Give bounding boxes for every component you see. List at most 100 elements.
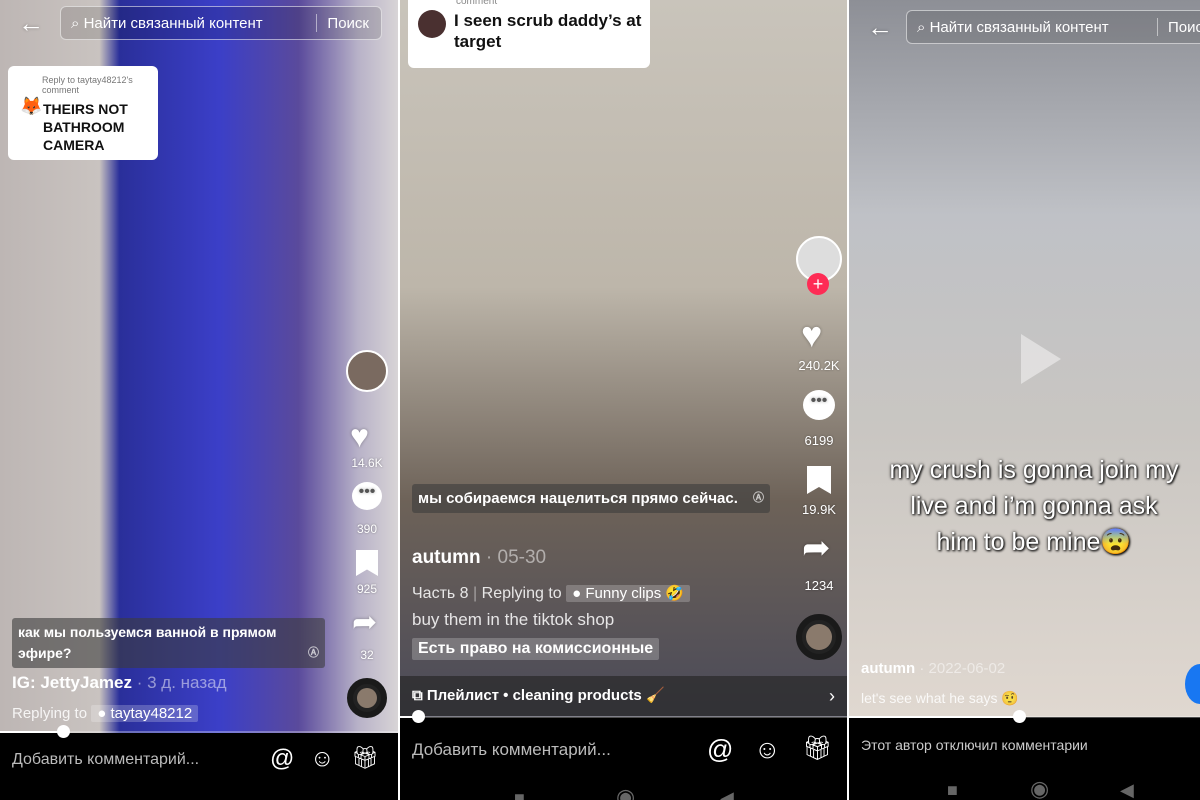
reply-header: Reply to taytay48212's comment bbox=[42, 75, 133, 95]
comment-input[interactable]: Добавить комментарий... bbox=[412, 740, 611, 760]
creator-avatar[interactable] bbox=[346, 350, 388, 392]
video-panel-2: comment I seen scrub daddy’s at target +… bbox=[400, 0, 847, 800]
save-count: 19.9K bbox=[802, 502, 836, 517]
search-icon: ⌕ bbox=[917, 18, 926, 36]
part-label[interactable]: Часть 8 bbox=[412, 585, 469, 602]
mention-icon[interactable]: @ bbox=[270, 745, 294, 773]
search-input[interactable]: Найти связанный контент bbox=[930, 19, 1147, 36]
author-name[interactable]: autumn bbox=[861, 660, 915, 677]
progress-knob[interactable] bbox=[1013, 710, 1026, 723]
search-icon: ⌕ bbox=[71, 14, 80, 32]
description: buy them in the tiktok shop bbox=[412, 610, 615, 629]
progress-knob[interactable] bbox=[57, 725, 70, 738]
play-icon[interactable] bbox=[1021, 334, 1061, 384]
mention-icon[interactable]: @ bbox=[707, 734, 733, 765]
comments-disabled-notice: Этот автор отключил комментарии bbox=[861, 737, 1088, 753]
emoji-icon[interactable]: ☺ bbox=[310, 745, 335, 773]
music-disc[interactable] bbox=[796, 614, 842, 660]
divider bbox=[1156, 18, 1158, 36]
like-count: 14.6K bbox=[351, 456, 383, 470]
author-name[interactable]: autumn bbox=[412, 547, 481, 568]
nav-back-icon[interactable]: ◀ bbox=[1120, 780, 1134, 800]
replying-user: Funny clips 🤣 bbox=[585, 585, 685, 602]
translate-icon[interactable]: Ⓐ bbox=[753, 488, 764, 509]
progress-bar[interactable] bbox=[849, 710, 1200, 723]
comment-input[interactable]: Добавить комментарий... bbox=[12, 751, 199, 769]
overlay-text: my crush is gonna join my live and i’m g… bbox=[849, 452, 1200, 560]
author-line: IG: JettyJamez · 3 д. назад bbox=[12, 673, 226, 693]
nav-home-icon[interactable]: ◉ bbox=[1030, 776, 1049, 800]
like-count: 240.2K bbox=[798, 358, 840, 373]
playlist-bar[interactable]: ⧉ Плейлист • cleaning products 🧹 › bbox=[400, 676, 847, 716]
comment-icon[interactable]: ••• bbox=[803, 390, 835, 420]
playlist-label: Плейлист • cleaning products 🧹 bbox=[426, 687, 665, 704]
post-date: · 05-30 bbox=[485, 547, 547, 568]
description: let's see what he says 🤨 bbox=[861, 690, 1019, 706]
comment-avatar-icon: 🦊 bbox=[20, 96, 43, 116]
share-count: 1234 bbox=[804, 578, 834, 593]
comment-count: 6199 bbox=[804, 433, 834, 448]
gift-icon[interactable]: 🎁︎ bbox=[351, 745, 379, 771]
replying-user: taytay48212 bbox=[110, 705, 193, 722]
reply-comment-bubble[interactable]: comment I seen scrub daddy’s at target bbox=[408, 0, 650, 68]
gift-icon[interactable]: 🎁︎ bbox=[802, 734, 832, 763]
reply-text: THEIRS NOT BATHROOM CAMERA bbox=[43, 101, 128, 153]
emoji-icon[interactable]: ☺ bbox=[754, 734, 781, 765]
progress-fill bbox=[0, 731, 63, 733]
chevron-right-icon: › bbox=[829, 686, 835, 706]
translate-icon[interactable]: Ⓐ bbox=[308, 643, 319, 664]
replying-line: Replying to ● taytay48212 bbox=[12, 705, 199, 722]
replying-label: Replying to bbox=[481, 585, 562, 602]
replying-label: Replying to bbox=[12, 705, 88, 722]
post-date: · 3 д. назад bbox=[136, 673, 227, 692]
search-bar[interactable]: ⌕ Найти связанный контент Поис bbox=[906, 10, 1200, 44]
share-icon[interactable]: ➦ bbox=[352, 605, 377, 640]
nav-back-icon[interactable]: ◀ bbox=[720, 788, 734, 800]
translated-caption: мы собираемся нацелиться прямо сейчас. Ⓐ bbox=[412, 484, 770, 513]
nav-recents-icon[interactable]: ■ bbox=[514, 788, 525, 800]
playlist-icon: ⧉ bbox=[412, 687, 423, 704]
progress-bar[interactable] bbox=[400, 710, 847, 723]
divider bbox=[316, 14, 318, 32]
author-name[interactable]: IG: JettyJamez bbox=[12, 673, 132, 692]
heart-icon[interactable]: ♥ bbox=[350, 418, 369, 455]
search-bar[interactable]: ⌕ Найти связанный контент Поиск bbox=[60, 6, 382, 40]
translated-caption: как мы пользуемся ванной в прямом эфире?… bbox=[12, 618, 325, 668]
overlay-line: my crush is gonna join my bbox=[889, 456, 1179, 484]
search-button[interactable]: Поиск bbox=[327, 15, 381, 32]
commission-badge[interactable]: Есть право на комиссионные bbox=[412, 638, 660, 660]
reply-text: I seen scrub daddy’s at target bbox=[454, 11, 642, 51]
author-line: autumn · 2022-06-02 bbox=[861, 660, 1005, 677]
heart-icon[interactable]: ♥ bbox=[801, 314, 822, 356]
part-line: Часть 8 | Replying to ● Funny clips 🤣 bbox=[412, 584, 691, 603]
search-button[interactable]: Поис bbox=[1168, 19, 1200, 36]
post-date: · 2022-06-02 bbox=[919, 660, 1006, 677]
overlay-line: him to be mine😨 bbox=[936, 528, 1132, 556]
reply-header: comment bbox=[456, 0, 498, 7]
comment-icon[interactable]: ••• bbox=[352, 482, 382, 510]
progress-fill bbox=[849, 716, 1019, 718]
comment-count: 390 bbox=[356, 522, 378, 536]
nav-recents-icon[interactable]: ■ bbox=[947, 780, 958, 800]
video-panel-3: ← ⌕ Найти связанный контент Поис my crus… bbox=[849, 0, 1200, 800]
share-icon[interactable]: ➦ bbox=[802, 528, 831, 568]
caption-text: как мы пользуемся ванной в прямом эфире? bbox=[18, 624, 277, 661]
back-arrow-icon[interactable]: ← bbox=[867, 12, 893, 43]
author-line: autumn · 05-30 bbox=[412, 547, 546, 569]
follow-plus-icon[interactable]: + bbox=[807, 273, 829, 295]
overlay-line: live and i’m gonna ask bbox=[910, 492, 1158, 520]
search-input[interactable]: Найти связанный контент bbox=[84, 15, 307, 32]
video-panel-1: ← ⌕ Найти связанный контент Поиск Reply … bbox=[0, 0, 398, 800]
back-arrow-icon[interactable]: ← bbox=[18, 8, 44, 39]
progress-knob[interactable] bbox=[412, 710, 425, 723]
share-count: 32 bbox=[360, 648, 374, 662]
caption-text: мы собираемся нацелиться прямо сейчас. bbox=[418, 490, 738, 507]
replying-tag[interactable]: ● taytay48212 bbox=[91, 705, 199, 722]
save-count: 925 bbox=[356, 582, 378, 596]
nav-home-icon[interactable]: ◉ bbox=[616, 784, 635, 800]
music-disc[interactable] bbox=[347, 678, 387, 718]
reply-comment-bubble[interactable]: Reply to taytay48212's comment 🦊 THEIRS … bbox=[8, 66, 158, 160]
commenter-avatar bbox=[418, 10, 446, 38]
progress-bar[interactable] bbox=[0, 725, 398, 738]
replying-tag[interactable]: ● Funny clips 🤣 bbox=[566, 585, 691, 602]
